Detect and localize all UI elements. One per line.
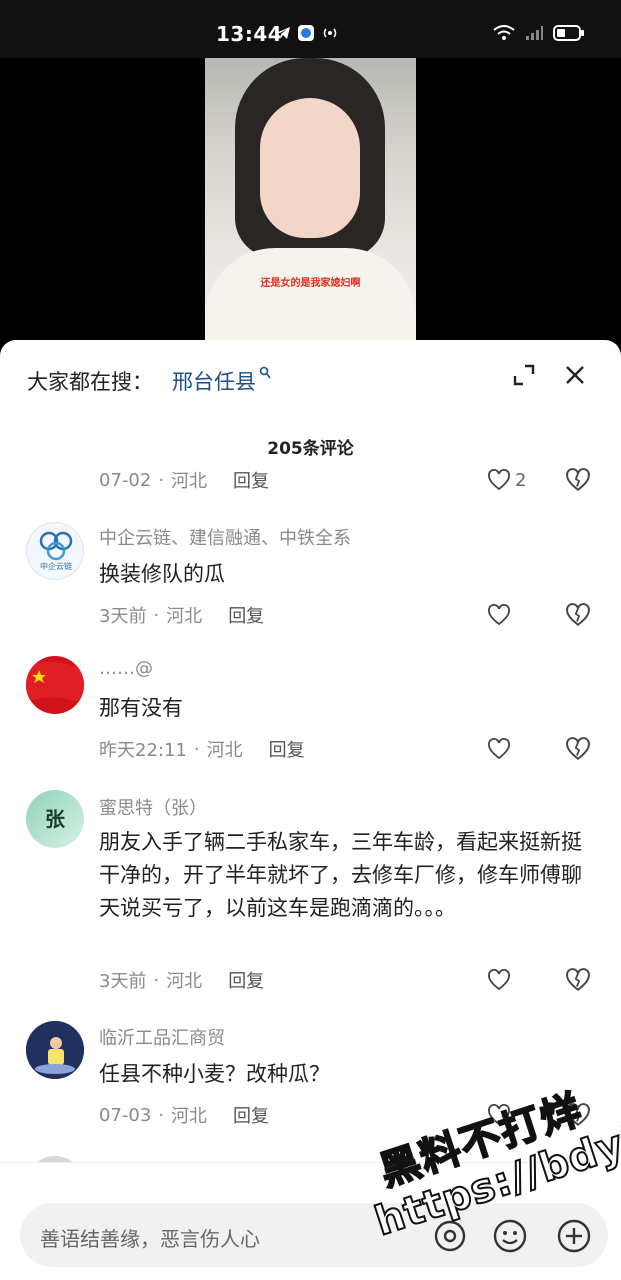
add-icon[interactable]: [556, 1218, 592, 1254]
comment-input-placeholder: 善语结善缘，恶言伤人心: [40, 1227, 260, 1251]
calligraphy-avatar-icon: 张: [45, 807, 66, 831]
browser-icon: [298, 25, 314, 41]
comment-meta: 07-02 · 河北 回复: [99, 467, 269, 493]
search-hint-label: 大家都在搜：: [27, 370, 153, 394]
comment-username[interactable]: 中企云链、建信融通、中铁全系: [99, 524, 351, 550]
avatar[interactable]: [26, 656, 84, 714]
svg-text:中企云链: 中企云链: [40, 561, 72, 571]
heart-icon: [488, 738, 510, 760]
comment-count: 205条评论: [267, 439, 354, 459]
comment-text: 那有没有: [99, 696, 183, 720]
broken-heart-icon[interactable]: [565, 967, 591, 993]
reply-button[interactable]: 回复: [233, 467, 269, 493]
hotspot-icon: [323, 28, 337, 38]
heart-icon: [488, 469, 510, 491]
heart-icon: [488, 1104, 510, 1126]
status-notification-icons: [275, 24, 339, 42]
comment-meta: 3天前 · 河北 回复: [99, 602, 264, 628]
status-system-icons: [493, 24, 585, 42]
comment-meta: 07-03 · 河北 回复: [99, 1102, 269, 1128]
comment-input[interactable]: 善语结善缘，恶言伤人心: [20, 1203, 608, 1267]
photo-avatar-icon: [26, 1021, 84, 1079]
avatar[interactable]: 张: [26, 790, 84, 848]
broken-heart-icon[interactable]: [565, 1102, 591, 1128]
emoji-icon[interactable]: [492, 1218, 528, 1254]
expand-icon[interactable]: [511, 362, 537, 388]
video-caption: 还是女的是我家媳妇啊: [260, 278, 361, 289]
reply-button[interactable]: 回复: [269, 736, 305, 762]
status-time: 13:44: [216, 22, 283, 46]
like-button[interactable]: 2: [487, 467, 535, 493]
comment-username[interactable]: 临沂工品汇商贸: [99, 1024, 225, 1050]
wifi-icon: [493, 25, 515, 40]
svg-text:张: 张: [45, 807, 66, 831]
telegram-icon: [276, 27, 290, 39]
broken-heart-icon[interactable]: [565, 467, 591, 493]
comment-text: 任县不种小麦？改种瓜？: [99, 1062, 330, 1086]
reply-button[interactable]: 回复: [228, 602, 264, 628]
avatar[interactable]: [26, 1021, 84, 1079]
status-bar: 13:44: [0, 0, 621, 58]
comment-meta: 昨天22:11 · 河北 回复: [99, 736, 305, 762]
comment-sheet: 大家都在搜： 邢台任县 205条评论 07-02 · 河北 回复 2 中企云链 中企…: [0, 340, 621, 1280]
avatar[interactable]: 中企云链: [26, 522, 84, 580]
signal-icon: [526, 26, 543, 40]
broken-heart-icon[interactable]: [565, 602, 591, 628]
reply-button[interactable]: 回复: [228, 967, 264, 993]
search-suggestion-text: 邢台任县: [172, 370, 256, 394]
flag-avatar-icon: [26, 661, 84, 704]
like-count: 2: [515, 469, 527, 491]
battery-icon: [553, 25, 584, 41]
like-button[interactable]: [487, 1102, 535, 1128]
reply-button[interactable]: 回复: [233, 1102, 269, 1128]
comment-username[interactable]: 蜜思特（张）: [99, 794, 207, 820]
heart-icon: [488, 604, 510, 626]
close-icon[interactable]: [562, 362, 588, 388]
video-thumbnail: 还是女的是我家媳妇啊: [205, 58, 416, 341]
comment-text: 朋友入手了辆二手私家车，三年车龄，看起来挺新挺干净的，开了半年就坏了，去修车厂修…: [99, 830, 582, 920]
comment-username[interactable]: ……@: [99, 658, 153, 679]
comment-meta: 3天前 · 河北 回复: [99, 967, 264, 993]
like-button[interactable]: [487, 967, 535, 993]
company-logo-icon: 中企云链: [39, 531, 73, 571]
broken-heart-icon[interactable]: [565, 736, 591, 762]
video-player[interactable]: 还是女的是我家媳妇啊: [0, 58, 621, 358]
comment-input-bar: 善语结善缘，恶言伤人心: [0, 1162, 621, 1280]
search-icon: [259, 366, 271, 379]
comment-text: 换装修队的瓜: [99, 562, 225, 586]
like-button[interactable]: [487, 602, 535, 628]
like-button[interactable]: [487, 736, 535, 762]
search-suggestion-link[interactable]: 邢台任县: [172, 366, 271, 396]
at-mention-icon[interactable]: [432, 1218, 468, 1254]
heart-icon: [488, 969, 510, 991]
